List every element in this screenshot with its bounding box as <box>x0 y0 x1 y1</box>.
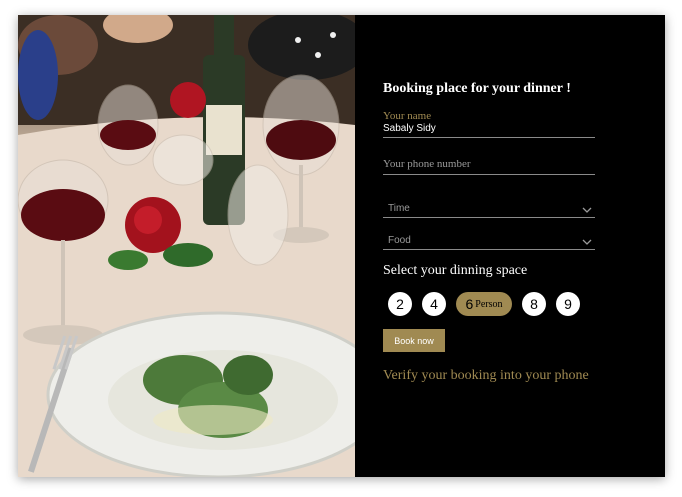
person-option-6-selected[interactable]: 6 Person <box>456 292 512 316</box>
person-option-4[interactable]: 4 <box>422 292 446 316</box>
chevron-down-icon <box>582 202 592 220</box>
phone-field[interactable]: Your phone number <box>383 158 595 175</box>
food-select-label: Food <box>388 235 411 246</box>
booking-form-panel: Booking place for your dinner ! Your nam… <box>355 15 665 477</box>
verify-message: Verify your booking into your phone <box>383 368 589 383</box>
time-select[interactable]: Time <box>383 202 595 218</box>
person-option-2[interactable]: 2 <box>388 292 412 316</box>
time-select-label: Time <box>388 203 410 214</box>
dinner-table-illustration <box>18 15 355 477</box>
dining-space-title: Select your dinning space <box>383 263 528 278</box>
phone-underline <box>383 174 595 175</box>
person-unit-label: Person <box>475 298 503 310</box>
name-label: Your name <box>383 110 432 122</box>
person-option-6-number: 6 <box>465 296 474 312</box>
person-option-9[interactable]: 9 <box>556 292 580 316</box>
chevron-down-icon <box>582 234 592 252</box>
name-field[interactable]: Your name Sabaly Sidy <box>383 110 595 138</box>
book-now-button[interactable]: Book now <box>383 329 445 352</box>
person-option-8[interactable]: 8 <box>522 292 546 316</box>
food-select[interactable]: Food <box>383 234 595 250</box>
dinner-photo <box>18 15 355 477</box>
booking-card: Booking place for your dinner ! Your nam… <box>18 15 665 477</box>
name-underline <box>383 137 595 138</box>
name-input[interactable]: Sabaly Sidy <box>383 123 595 134</box>
form-title: Booking place for your dinner ! <box>383 81 571 96</box>
phone-input[interactable]: Your phone number <box>383 158 595 170</box>
